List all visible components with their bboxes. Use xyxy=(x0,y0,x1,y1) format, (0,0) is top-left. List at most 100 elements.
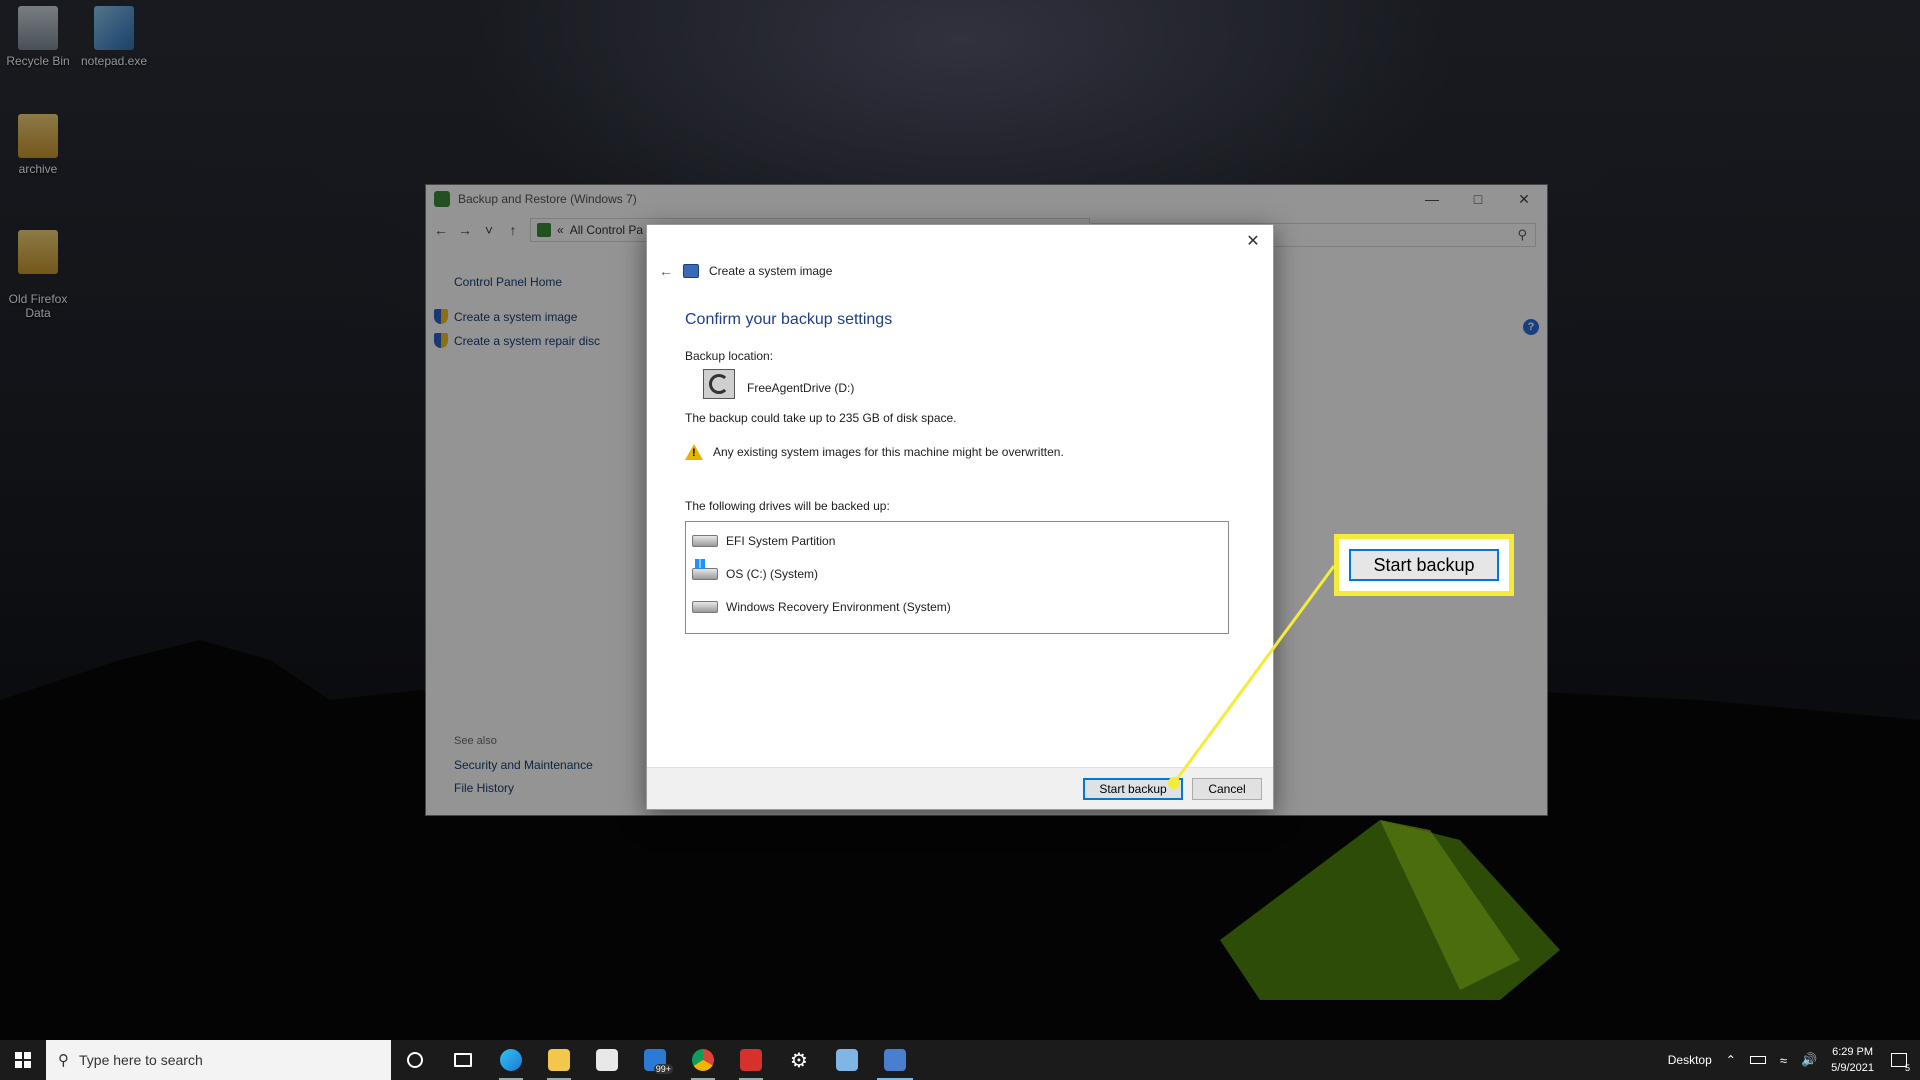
taskbar-app-edge[interactable] xyxy=(487,1040,535,1080)
warning-text: Any existing system images for this mach… xyxy=(713,445,1064,459)
chrome-icon xyxy=(692,1049,714,1071)
clock[interactable]: 6:29 PM 5/9/2021 xyxy=(1831,1044,1874,1076)
security-maintenance-link[interactable]: Security and Maintenance xyxy=(454,758,593,772)
dialog-header: ← Create a system image xyxy=(659,263,832,279)
window-title: Backup and Restore (Windows 7) xyxy=(458,192,637,206)
dialog-footer: Start backup Cancel xyxy=(647,767,1273,809)
system-image-icon xyxy=(683,264,699,278)
taskbar-app-store[interactable] xyxy=(583,1040,631,1080)
gear-icon: ⚙ xyxy=(790,1049,808,1072)
notification-center-button[interactable]: 5 xyxy=(1888,1049,1910,1073)
recycle-bin-icon xyxy=(18,6,58,50)
notepad-icon xyxy=(94,6,134,50)
recent-chevron-icon[interactable]: ˅ xyxy=(482,222,496,238)
remote-desktop-icon xyxy=(836,1049,858,1071)
wifi-icon[interactable]: ≈ xyxy=(1780,1053,1787,1068)
drive-icon xyxy=(692,535,718,547)
taskbar-app-red[interactable] xyxy=(727,1040,775,1080)
desktop-icon-notepad[interactable]: notepad.exe xyxy=(76,6,152,68)
desktop-icon-label: notepad.exe xyxy=(80,54,148,68)
drive-label: EFI System Partition xyxy=(726,534,836,548)
close-icon[interactable]: ✕ xyxy=(1501,185,1547,213)
forward-arrow-icon[interactable]: → xyxy=(458,222,472,238)
maximize-icon[interactable]: □ xyxy=(1455,185,1501,213)
back-arrow-icon[interactable]: ← xyxy=(434,222,448,238)
warning-icon xyxy=(685,444,703,460)
battery-icon[interactable] xyxy=(1749,1056,1766,1064)
taskbar-app-chrome[interactable] xyxy=(679,1040,727,1080)
callout-start-backup-button: Start backup xyxy=(1349,549,1499,581)
drive-icon xyxy=(692,601,718,613)
space-note: The backup could take up to 235 GB of di… xyxy=(685,411,957,425)
create-system-image-dialog: ✕ ← Create a system image Confirm your b… xyxy=(646,224,1274,810)
time-text: 6:29 PM xyxy=(1832,1046,1874,1058)
breadcrumb-overflow-icon[interactable]: « xyxy=(557,223,564,237)
store-icon xyxy=(596,1049,618,1071)
taskbar: ⚲ Type here to search 99+ ⚙ Desktop ⌃ ≈ … xyxy=(0,1040,1920,1080)
system-tray: Desktop ⌃ ≈ 🔊 6:29 PM 5/9/2021 5 xyxy=(1668,1040,1920,1080)
desktop-icon-label: archive xyxy=(18,162,58,176)
desktop-icon-label: Recycle Bin xyxy=(6,54,70,68)
taskbar-app-mail[interactable]: 99+ xyxy=(631,1040,679,1080)
cortana-button[interactable] xyxy=(391,1040,439,1080)
control-panel-icon xyxy=(884,1049,906,1071)
list-item[interactable]: Windows Recovery Environment (System) xyxy=(692,600,951,614)
notification-count: 5 xyxy=(1904,1063,1910,1073)
zip-folder-icon xyxy=(18,114,58,158)
page-title: Confirm your backup settings xyxy=(685,311,893,328)
back-arrow-icon[interactable]: ← xyxy=(659,263,673,279)
app-icon xyxy=(740,1049,762,1071)
backup-location-label: Backup location: xyxy=(685,349,774,363)
task-view-button[interactable] xyxy=(439,1040,487,1080)
taskbar-app-control-panel[interactable] xyxy=(871,1040,919,1080)
file-history-link[interactable]: File History xyxy=(454,781,514,795)
search-icon: ⚲ xyxy=(1517,227,1527,242)
folder-icon xyxy=(548,1049,570,1071)
window-titlebar[interactable]: Backup and Restore (Windows 7) — □ ✕ xyxy=(426,185,1547,213)
list-item[interactable]: EFI System Partition xyxy=(692,534,835,548)
up-arrow-icon[interactable]: ↑ xyxy=(506,222,520,238)
create-repair-disc-link[interactable]: Create a system repair disc xyxy=(434,333,600,348)
sidebar-link-label: Create a system image xyxy=(454,309,578,324)
taskbar-app-remote[interactable] xyxy=(823,1040,871,1080)
volume-icon[interactable]: 🔊 xyxy=(1801,1052,1817,1068)
cancel-button[interactable]: Cancel xyxy=(1192,778,1262,800)
windows-drive-icon xyxy=(692,559,718,580)
desktop-icon-label: Old Firefox Data xyxy=(8,292,68,320)
search-icon: ⚲ xyxy=(58,1052,69,1069)
desktop-icon-archive[interactable]: archive xyxy=(0,114,76,176)
breadcrumb[interactable]: All Control Pa xyxy=(570,223,643,237)
external-drive-icon xyxy=(703,369,735,399)
desktop-toolbar-label[interactable]: Desktop xyxy=(1668,1053,1712,1067)
control-panel-home-link[interactable]: Control Panel Home xyxy=(454,275,562,289)
start-button[interactable] xyxy=(0,1040,46,1080)
list-item[interactable]: OS (C:) (System) xyxy=(692,559,818,581)
drive-label: OS (C:) (System) xyxy=(726,567,818,581)
task-view-icon xyxy=(454,1053,472,1067)
edge-icon xyxy=(500,1049,522,1071)
create-system-image-link[interactable]: Create a system image xyxy=(434,309,577,324)
overwrite-warning: Any existing system images for this mach… xyxy=(685,444,1064,460)
date-text: 5/9/2021 xyxy=(1831,1062,1874,1074)
backup-app-icon xyxy=(434,191,450,207)
minimize-icon[interactable]: — xyxy=(1409,185,1455,213)
windows-logo-icon xyxy=(15,1052,31,1068)
taskbar-app-file-explorer[interactable] xyxy=(535,1040,583,1080)
sidebar-link-label: Create a system repair disc xyxy=(454,333,601,348)
help-icon[interactable]: ? xyxy=(1523,319,1539,335)
drives-list[interactable]: EFI System Partition OS (C:) (System) Wi… xyxy=(685,521,1229,634)
close-icon[interactable]: ✕ xyxy=(1243,231,1263,251)
control-panel-icon xyxy=(537,223,551,237)
desktop-icon-recycle-bin[interactable]: Recycle Bin xyxy=(0,6,76,68)
uac-shield-icon xyxy=(434,333,448,348)
callout-highlight: Start backup xyxy=(1334,534,1514,596)
drive-label: Windows Recovery Environment (System) xyxy=(726,600,951,614)
taskbar-search-input[interactable]: ⚲ Type here to search xyxy=(46,1040,391,1080)
taskbar-app-settings[interactable]: ⚙ xyxy=(775,1040,823,1080)
chevron-up-icon[interactable]: ⌃ xyxy=(1726,1053,1736,1067)
search-placeholder: Type here to search xyxy=(79,1052,203,1068)
start-backup-button[interactable]: Start backup xyxy=(1083,778,1183,800)
see-also-heading: See also xyxy=(454,735,497,747)
drives-list-label: The following drives will be backed up: xyxy=(685,499,890,513)
desktop-icon-old-firefox-data[interactable]: Old Firefox Data xyxy=(0,216,76,320)
